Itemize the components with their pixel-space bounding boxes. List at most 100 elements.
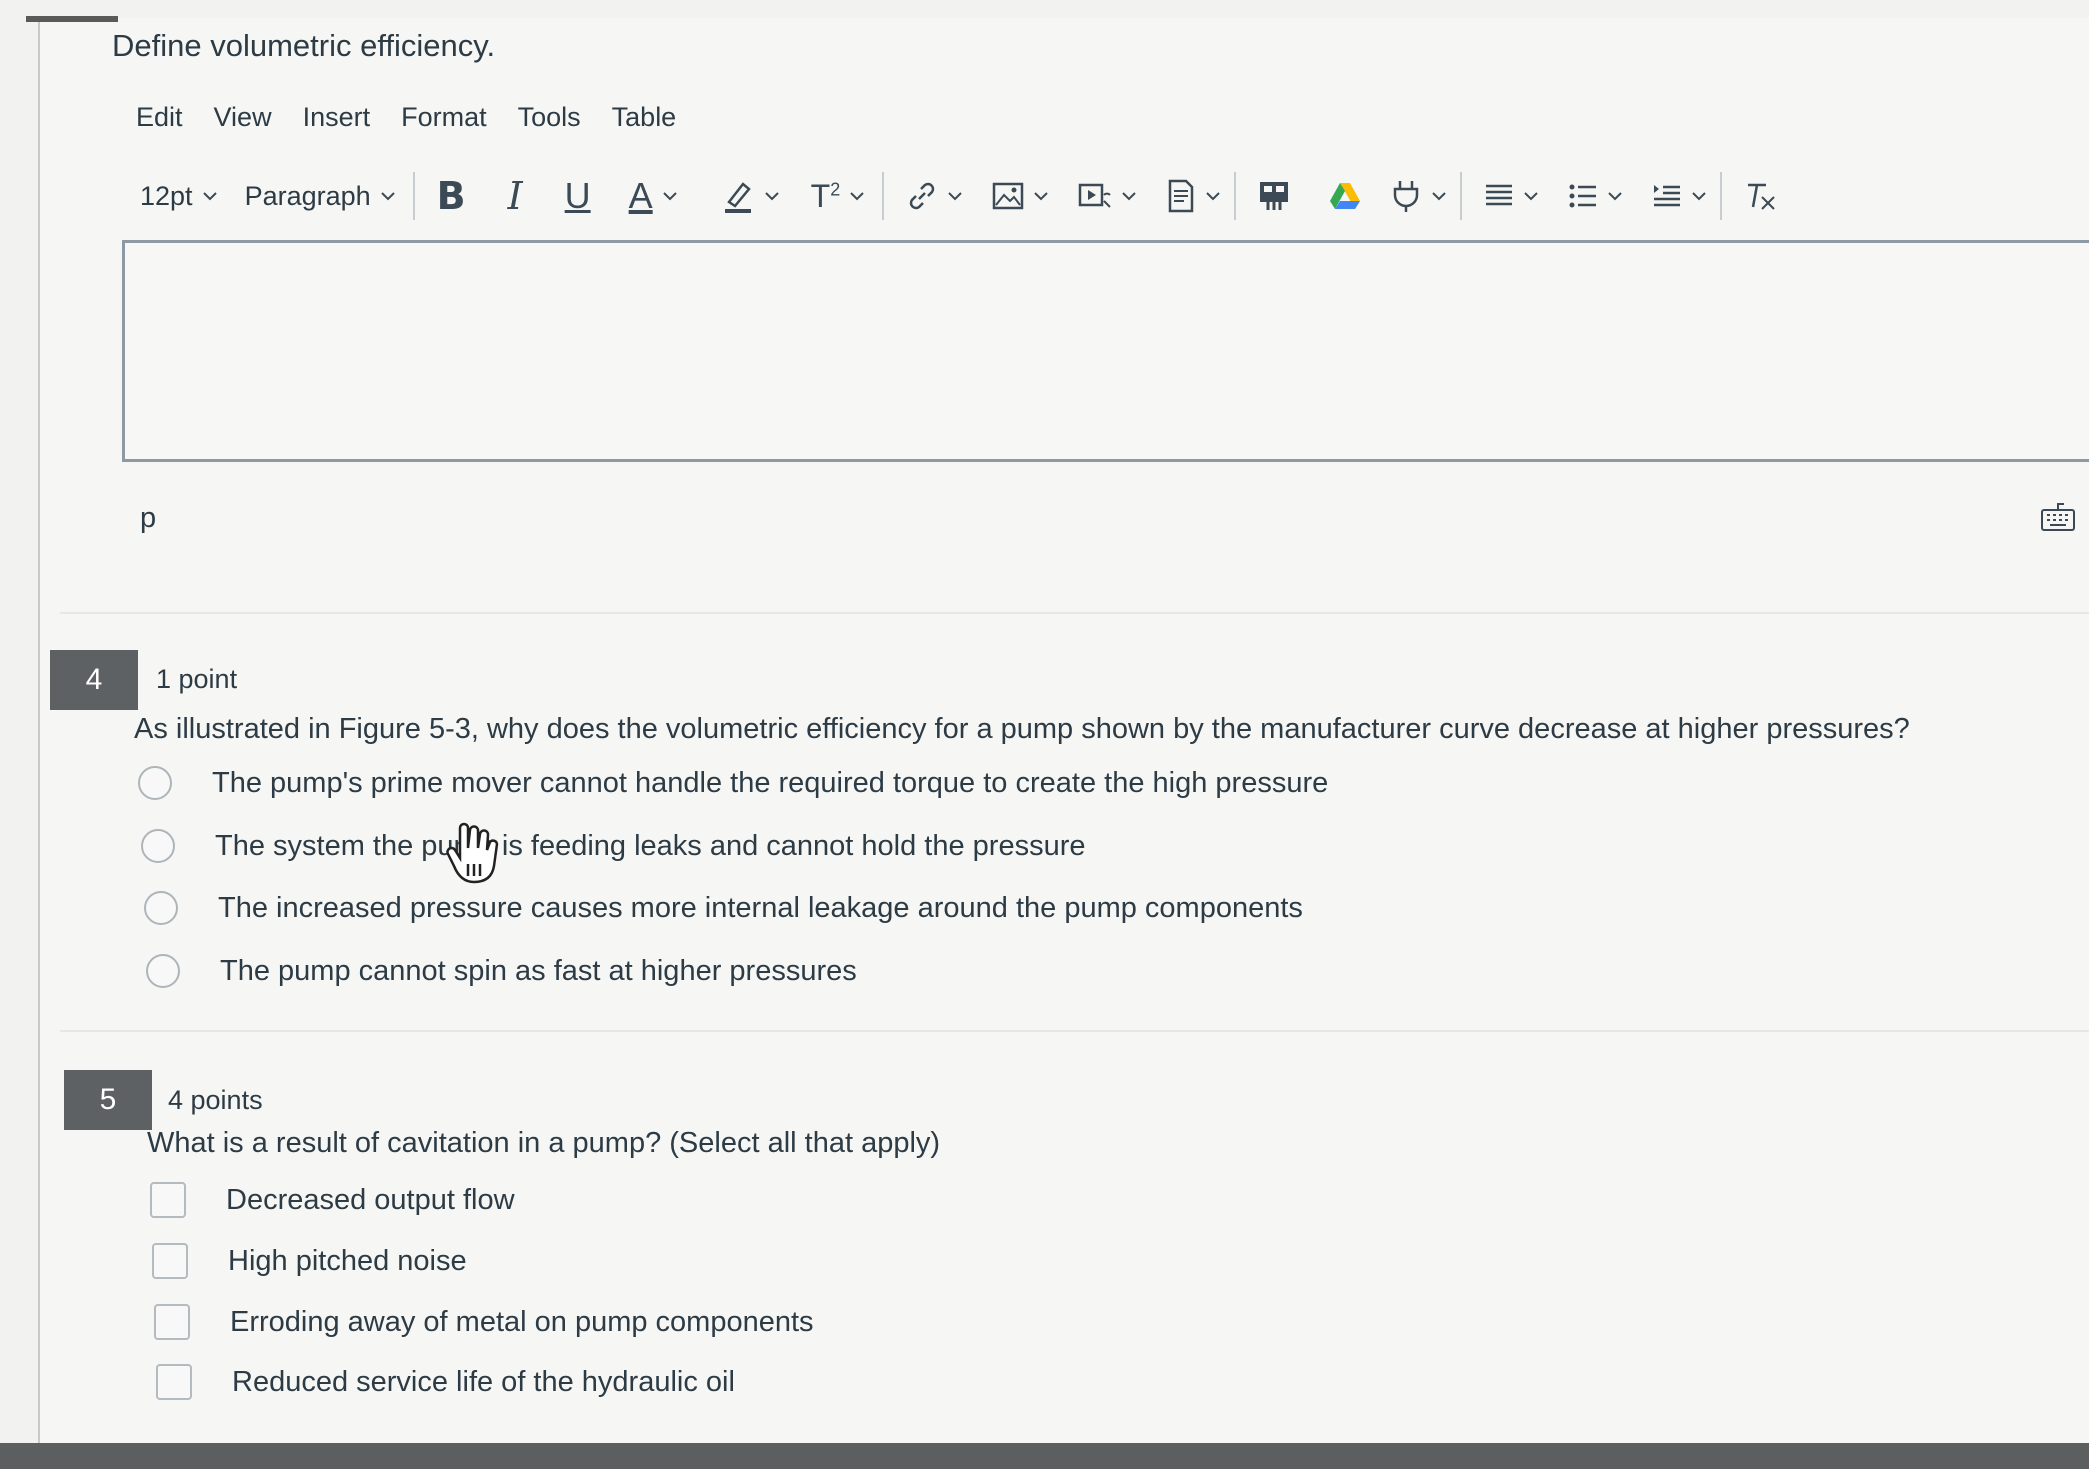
superscript-glyph: T bbox=[810, 177, 831, 214]
media-button[interactable] bbox=[1078, 174, 1138, 218]
radio-button[interactable] bbox=[138, 766, 172, 800]
bottom-bar bbox=[0, 1443, 2089, 1469]
document-button[interactable] bbox=[1166, 174, 1222, 218]
toolbar-divider bbox=[882, 172, 885, 220]
answer-option[interactable]: The increased pressure causes more inter… bbox=[144, 891, 1303, 925]
indent-icon bbox=[1654, 185, 1681, 207]
answer-option[interactable]: Reduced service life of the hydraulic oi… bbox=[156, 1364, 735, 1400]
answer-option[interactable]: High pitched noise bbox=[152, 1243, 467, 1279]
superscript-button[interactable]: T2 bbox=[811, 174, 867, 218]
answer-option[interactable]: The pump's prime mover cannot handle the… bbox=[138, 766, 1328, 800]
radio-button[interactable] bbox=[146, 954, 180, 988]
superscript-sup: 2 bbox=[830, 178, 841, 199]
chevron-down-icon bbox=[1524, 192, 1538, 201]
answer-option-label: High pitched noise bbox=[228, 1244, 467, 1277]
question-number-badge: 5 bbox=[64, 1070, 152, 1130]
plugin-icon bbox=[1393, 181, 1419, 212]
google-drive-button[interactable] bbox=[1328, 174, 1362, 218]
toolbar-divider bbox=[412, 172, 415, 220]
link-button[interactable] bbox=[906, 174, 964, 218]
answer-option-label: Erroding away of metal on pump component… bbox=[230, 1305, 814, 1338]
image-button[interactable] bbox=[992, 174, 1050, 218]
highlight-icon bbox=[724, 182, 751, 213]
document-icon bbox=[1168, 179, 1194, 213]
toolbar-divider bbox=[1234, 172, 1237, 220]
answer-option[interactable]: Decreased output flow bbox=[150, 1182, 515, 1218]
menu-table[interactable]: Table bbox=[612, 102, 677, 133]
superscript-icon: T2 bbox=[811, 178, 841, 215]
menu-insert[interactable]: Insert bbox=[303, 102, 371, 133]
menu-format[interactable]: Format bbox=[401, 102, 487, 133]
chevron-down-icon bbox=[1432, 192, 1446, 201]
clear-format-button[interactable] bbox=[1744, 174, 1778, 218]
checkbox[interactable] bbox=[152, 1243, 188, 1279]
answer-option[interactable]: The pump cannot spin as fast at higher p… bbox=[146, 954, 857, 988]
hand-cursor-icon bbox=[446, 822, 499, 884]
menu-tools[interactable]: Tools bbox=[518, 102, 581, 133]
answer-option-label: The system the pump is feeding leaks and… bbox=[215, 829, 1086, 862]
align-icon bbox=[1486, 184, 1513, 206]
chevron-down-icon bbox=[948, 192, 962, 201]
editor-menubar: Edit View Insert Format Tools Table bbox=[136, 102, 676, 133]
menu-view[interactable]: View bbox=[214, 102, 272, 133]
top-tab-indicator bbox=[26, 16, 118, 22]
editor-status-path: p bbox=[140, 502, 157, 534]
text-color-icon: A bbox=[628, 175, 653, 216]
chevron-down-icon bbox=[764, 192, 779, 201]
answer-option-label: The increased pressure causes more inter… bbox=[218, 891, 1303, 924]
menu-edit[interactable]: Edit bbox=[136, 102, 183, 133]
answer-text-editor[interactable] bbox=[122, 240, 2089, 462]
section-divider bbox=[60, 612, 2089, 614]
align-button[interactable] bbox=[1484, 174, 1540, 218]
chevron-down-icon bbox=[202, 192, 217, 201]
bold-icon[interactable]: B bbox=[437, 174, 466, 218]
question-text: What is a result of cavitation in a pump… bbox=[147, 1127, 941, 1159]
question-text: As illustrated in Figure 5-3, why does t… bbox=[134, 713, 1910, 745]
apps-icon bbox=[1260, 182, 1289, 210]
answer-option-label: The pump cannot spin as fast at higher p… bbox=[220, 954, 857, 987]
block-format-select[interactable]: Paragraph bbox=[245, 181, 397, 212]
google-drive-icon bbox=[1330, 183, 1361, 209]
apps-button[interactable] bbox=[1258, 174, 1290, 218]
answer-option-label: The pump's prime mover cannot handle the… bbox=[212, 766, 1329, 799]
image-icon bbox=[992, 182, 1024, 210]
keyboard-icon[interactable] bbox=[2040, 500, 2076, 532]
bullet-list-button[interactable] bbox=[1568, 174, 1624, 218]
media-icon bbox=[1078, 183, 1111, 208]
toolbar-divider bbox=[1720, 172, 1723, 220]
link-icon bbox=[909, 182, 935, 210]
question-number-badge: 4 bbox=[50, 650, 138, 710]
question-points: 4 points bbox=[168, 1085, 263, 1115]
font-size-select[interactable]: 12pt bbox=[140, 181, 219, 212]
checkbox[interactable] bbox=[150, 1182, 186, 1218]
indent-button[interactable] bbox=[1652, 174, 1708, 218]
answer-option-label: Reduced service life of the hydraulic oi… bbox=[232, 1365, 735, 1398]
previous-question-text: Define volumetric efficiency. bbox=[112, 28, 496, 63]
answer-option-label: Decreased output flow bbox=[226, 1183, 515, 1216]
question-points: 1 point bbox=[156, 664, 238, 694]
chevron-down-icon bbox=[1206, 192, 1220, 201]
italic-icon[interactable]: I bbox=[508, 174, 523, 218]
editor-toolbar: 12pt Paragraph B I U A T2 bbox=[140, 168, 2089, 224]
highlight-button[interactable] bbox=[721, 174, 781, 218]
toolbar-divider bbox=[1460, 172, 1463, 220]
radio-button[interactable] bbox=[141, 829, 175, 863]
chevron-down-icon bbox=[1122, 192, 1136, 201]
chevron-down-icon bbox=[1034, 192, 1048, 201]
block-format-value: Paragraph bbox=[244, 180, 371, 211]
chevron-down-icon bbox=[850, 192, 864, 201]
radio-button[interactable] bbox=[144, 891, 178, 925]
answer-option[interactable]: Erroding away of metal on pump component… bbox=[154, 1304, 814, 1340]
font-size-value: 12pt bbox=[140, 180, 193, 211]
bullet-list-icon bbox=[1569, 184, 1597, 208]
plugin-button[interactable] bbox=[1390, 174, 1448, 218]
chevron-down-icon bbox=[662, 192, 677, 201]
section-divider bbox=[60, 1030, 2089, 1032]
checkbox[interactable] bbox=[156, 1364, 192, 1400]
underline-icon[interactable]: U bbox=[565, 174, 591, 218]
answer-option[interactable]: The system the pump is feeding leaks and… bbox=[141, 829, 1086, 863]
text-color-button[interactable]: A bbox=[629, 174, 679, 218]
chevron-down-icon bbox=[380, 192, 395, 201]
checkbox[interactable] bbox=[154, 1304, 190, 1340]
clear-format-icon bbox=[1748, 183, 1775, 210]
